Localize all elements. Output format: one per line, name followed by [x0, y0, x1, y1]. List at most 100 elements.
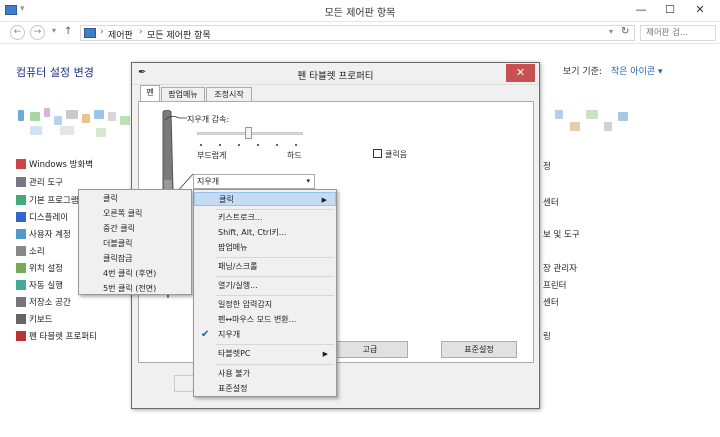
- cp-item-location[interactable]: 위치 설정: [16, 262, 63, 274]
- menu-item-eraser[interactable]: ✔ 지우개: [194, 328, 336, 342]
- address-dropdown-icon[interactable]: ▾: [609, 27, 613, 36]
- search-input[interactable]: 제어판 검...: [640, 25, 716, 41]
- submenu-item-click[interactable]: 클릭: [79, 192, 191, 206]
- back-button[interactable]: ←: [10, 25, 25, 40]
- cp-item-label: 관리 도구: [29, 178, 63, 188]
- dialog-title: 펜 타블렛 프로퍼티: [297, 71, 374, 82]
- menu-item-click[interactable]: 클릭 ▶: [194, 192, 336, 206]
- eraser-action-combo[interactable]: 지우개 ▾: [193, 174, 315, 189]
- close-button[interactable]: ✕: [686, 0, 714, 20]
- speaker-icon: [16, 246, 26, 256]
- advanced-button[interactable]: 고급: [332, 341, 408, 358]
- blurred-icon: [555, 110, 563, 119]
- submenu-item-double-click[interactable]: 더블클릭: [79, 237, 191, 251]
- window-titlebar: ▾ 모든 제어판 항목 — ☐ ✕: [0, 0, 720, 22]
- sensitivity-slider-thumb[interactable]: [245, 127, 252, 139]
- refresh-button[interactable]: ↻: [621, 26, 629, 37]
- cp-item-keyboard[interactable]: 키보드: [16, 313, 52, 325]
- forward-button[interactable]: →: [30, 25, 45, 40]
- breadcrumb-sep-icon: ›: [139, 27, 143, 37]
- breadcrumb-control-panel[interactable]: 제어판: [108, 28, 133, 41]
- menu-item-disabled[interactable]: 사용 불가: [194, 367, 336, 381]
- cp-right-item[interactable]: 링: [543, 330, 551, 342]
- menu-item-pan-scroll[interactable]: 패닝/스크롤: [194, 260, 336, 274]
- submenu-arrow-icon: ▶: [321, 196, 327, 204]
- default-button[interactable]: 표준설정: [441, 341, 517, 358]
- dialog-titlebar: ✒ 펜 타블렛 프로퍼티 ✕: [132, 63, 539, 85]
- default-programs-icon: [16, 195, 26, 205]
- cp-item-label: 펜 타블렛 프로퍼티: [29, 332, 97, 342]
- cp-item-firewall[interactable]: Windows 방화벽: [16, 158, 93, 170]
- minimize-button[interactable]: —: [627, 0, 655, 20]
- submenu-item-button4[interactable]: 4번 클릭 (후면): [79, 267, 191, 281]
- storage-icon: [16, 297, 26, 307]
- view-by-dropdown[interactable]: 작은 아이콘 ▾: [611, 67, 663, 77]
- maximize-button[interactable]: ☐: [656, 0, 684, 20]
- cp-item-pen-tablet[interactable]: 펜 타블렛 프로퍼티: [16, 330, 97, 342]
- menu-item-mode-toggle[interactable]: 펜↔마우스 모드 변환...: [194, 313, 336, 327]
- cp-right-item[interactable]: 정: [543, 160, 551, 172]
- click-sound-checkbox[interactable]: [373, 149, 382, 158]
- up-button[interactable]: ↑: [64, 26, 72, 37]
- blurred-icon: [570, 122, 580, 131]
- cp-item-label: 자동 실행: [29, 281, 63, 291]
- checkmark-icon: ✔: [201, 329, 210, 340]
- eraser-action-menu: 클릭 ▶ 키스트로크... Shift, Alt, Ctrl키... 팝업메뉴 …: [193, 189, 337, 397]
- submenu-item-right-click[interactable]: 오른쪽 클릭: [79, 207, 191, 221]
- pen-tablet-icon: [16, 331, 26, 341]
- blurred-icon: [586, 110, 598, 119]
- keyboard-icon: [16, 314, 26, 324]
- cp-item-label: 저장소 공간: [29, 298, 71, 308]
- tab-popup-menu[interactable]: 팝업메뉴: [161, 87, 205, 102]
- cp-item-user-accounts[interactable]: 사용자 계정: [16, 228, 71, 240]
- tab-pen[interactable]: 펜: [140, 85, 160, 102]
- cp-item-label: 키보드: [29, 315, 53, 325]
- cp-item-display[interactable]: 디스플레이: [16, 211, 68, 223]
- menu-item-pressure-hold[interactable]: 일정한 압력감지: [194, 298, 336, 312]
- address-toolbar: ← → ▾ ↑ › 제어판 › 모든 제어판 항목 ▾ ↻ 제어판 검...: [0, 22, 720, 44]
- menu-separator: [216, 257, 334, 258]
- eraser-sensitivity-label: 지우개 감속:: [187, 115, 230, 124]
- cp-right-item[interactable]: 보 및 도구: [543, 228, 580, 240]
- cp-item-sound[interactable]: 소리: [16, 245, 45, 257]
- cp-right-item[interactable]: 프린터: [543, 279, 566, 291]
- cp-item-label: 사용자 계정: [29, 230, 71, 240]
- hard-label: 하드: [287, 151, 302, 160]
- menu-item-popup-menu[interactable]: 팝업메뉴: [194, 241, 336, 255]
- cp-item-admin-tools[interactable]: 관리 도구: [16, 176, 63, 188]
- blurred-icon: [94, 110, 104, 119]
- cp-item-label: 기본 프로그램: [29, 196, 79, 206]
- cp-item-default-programs[interactable]: 기본 프로그램: [16, 194, 79, 206]
- tab-calibrate[interactable]: 조정시작: [206, 87, 252, 102]
- cp-right-item[interactable]: 센터: [543, 196, 559, 208]
- soft-label: 부드럽게: [197, 151, 227, 160]
- submenu-item-click-lock[interactable]: 클릭잠금: [79, 252, 191, 266]
- address-field[interactable]: › 제어판 › 모든 제어판 항목 ▾ ↻: [80, 25, 635, 41]
- cp-right-item[interactable]: 센터: [543, 296, 559, 308]
- menu-item-modifier[interactable]: Shift, Alt, Ctrl키...: [194, 226, 336, 240]
- cp-item-storage-spaces[interactable]: 저장소 공간: [16, 296, 71, 308]
- menu-item-default[interactable]: 표준설정: [194, 382, 336, 396]
- menu-item-keystroke[interactable]: 키스트로크...: [194, 211, 336, 225]
- dialog-close-button[interactable]: ✕: [506, 64, 535, 82]
- admin-tools-icon: [16, 177, 26, 187]
- view-by: 보기 기준: 작은 아이콘 ▾: [563, 64, 663, 77]
- submenu-item-middle-click[interactable]: 중간 클릭: [79, 222, 191, 236]
- menu-separator: [216, 295, 334, 296]
- recent-locations-icon[interactable]: ▾: [52, 26, 56, 35]
- page-title: 컴퓨터 설정 변경: [16, 66, 94, 79]
- menu-item-open-run[interactable]: 열기/실행...: [194, 279, 336, 293]
- blurred-icon: [108, 112, 116, 121]
- submenu-arrow-icon: ▶: [322, 350, 328, 358]
- click-submenu: 클릭 오른쪽 클릭 중간 클릭 더블클릭 클릭잠금 4번 클릭 (후면) 5번 …: [78, 189, 192, 295]
- blurred-icon: [618, 112, 628, 121]
- slider-ticks: [200, 144, 297, 146]
- submenu-item-button5[interactable]: 5번 클릭 (전면): [79, 282, 191, 296]
- blurred-icon: [54, 116, 62, 125]
- breadcrumb-sep-icon: ›: [100, 27, 104, 37]
- breadcrumb-all-items[interactable]: 모든 제어판 항목: [147, 28, 211, 41]
- menu-item-tablet-pc[interactable]: 타블렛PC ▶: [194, 347, 336, 361]
- cp-item-autoplay[interactable]: 자동 실행: [16, 279, 63, 291]
- cp-right-item[interactable]: 장 관리자: [543, 262, 577, 274]
- blurred-icon: [120, 116, 130, 125]
